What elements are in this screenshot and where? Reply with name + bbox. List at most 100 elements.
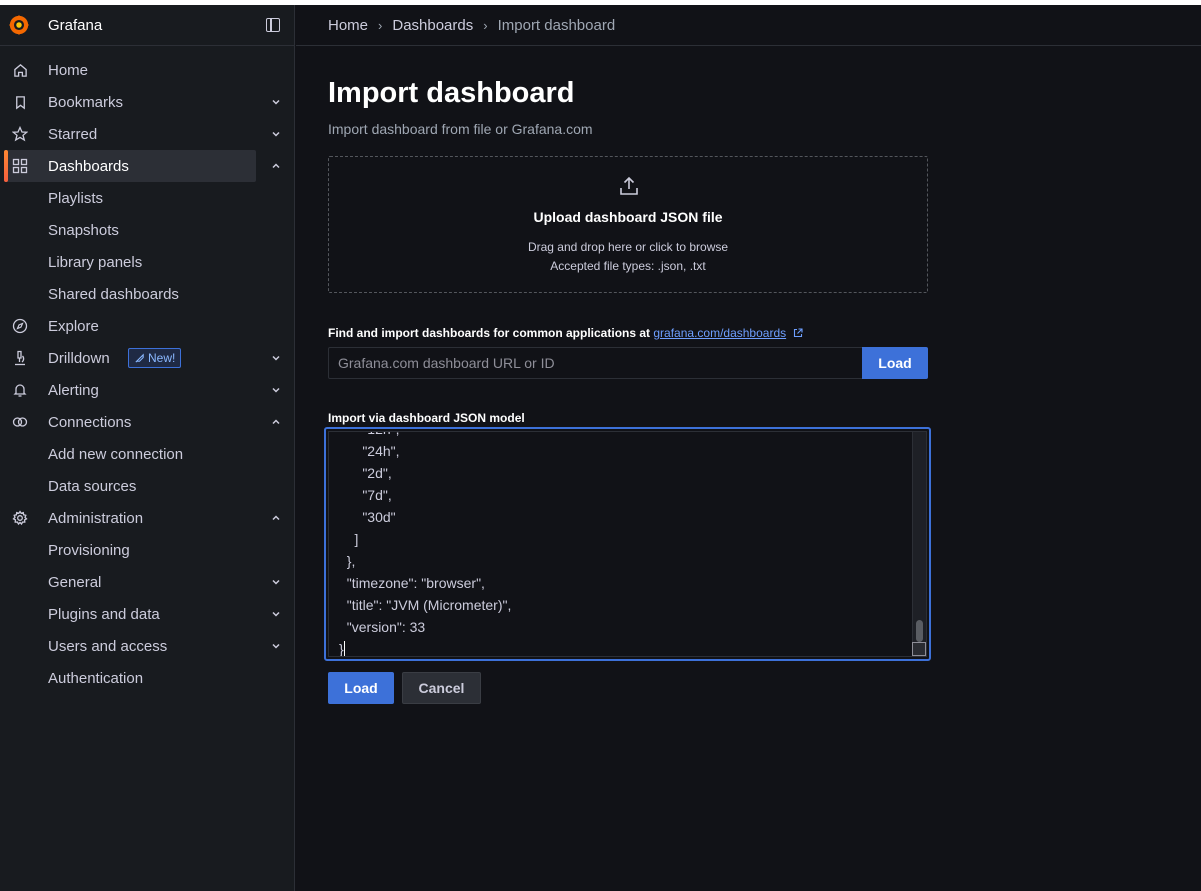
sidebar-item-label: Explore bbox=[48, 317, 99, 335]
sidebar-item-home[interactable]: Home bbox=[0, 54, 294, 86]
resize-handle-icon[interactable] bbox=[912, 642, 926, 656]
grafana-com-label: Find and import dashboards for common ap… bbox=[328, 326, 804, 340]
json-line: "title": "JVM (Micrometer)", bbox=[339, 597, 512, 613]
chevron-down-icon[interactable] bbox=[270, 608, 282, 620]
chevron-down-icon[interactable] bbox=[270, 352, 282, 364]
sidebar-item-label: Connections bbox=[48, 413, 132, 431]
json-model-content: "12h", "24h", "2d", "7d", "30d" ] }, "ti… bbox=[339, 432, 512, 656]
json-model-textarea[interactable]: "12h", "24h", "2d", "7d", "30d" ] }, "ti… bbox=[324, 427, 931, 661]
sidebar-item-label: Drilldown bbox=[48, 349, 110, 367]
json-line: }, bbox=[339, 553, 356, 569]
sidebar-item-users-and-access[interactable]: Users and access bbox=[0, 630, 294, 662]
chevron-right-icon: › bbox=[483, 17, 488, 33]
sidebar-item-label: Bookmarks bbox=[48, 93, 124, 111]
sidebar-item-label: Starred bbox=[48, 125, 98, 143]
breadcrumb-home[interactable]: Home bbox=[328, 17, 368, 34]
brand-name: Grafana bbox=[48, 16, 103, 34]
file-dropzone[interactable]: Upload dashboard JSON file Drag and drop… bbox=[328, 156, 928, 293]
sidebar-item-alerting[interactable]: Alerting bbox=[0, 374, 294, 406]
sidebar-item-playlists[interactable]: Playlists bbox=[0, 182, 294, 214]
scrollbar-thumb[interactable] bbox=[916, 620, 923, 642]
bookmark-icon bbox=[12, 94, 28, 110]
badge-label: New! bbox=[148, 351, 176, 365]
breadcrumb-current: Import dashboard bbox=[497, 16, 616, 34]
sidebar-item-connections[interactable]: Connections bbox=[0, 406, 294, 438]
page-subtitle: Import dashboard from file or Grafana.co… bbox=[328, 121, 593, 137]
link-icon bbox=[12, 414, 28, 430]
upload-icon bbox=[620, 176, 638, 195]
json-line: "12h", bbox=[339, 432, 511, 440]
sidebar-item-label: Shared dashboards bbox=[48, 285, 179, 303]
sidebar-item-label: Administration bbox=[48, 509, 144, 527]
sidebar-item-label: Alerting bbox=[48, 381, 99, 399]
grafana-com-url-input[interactable] bbox=[328, 347, 863, 379]
cancel-button[interactable]: Cancel bbox=[402, 672, 481, 704]
page-title: Import dashboard bbox=[328, 77, 575, 109]
chevron-down-icon[interactable] bbox=[270, 640, 282, 652]
chevron-up-icon[interactable] bbox=[270, 512, 282, 524]
chevron-down-icon[interactable] bbox=[270, 96, 282, 108]
chevron-down-icon[interactable] bbox=[270, 384, 282, 396]
sidebar-header: Grafana bbox=[0, 5, 294, 46]
sidebar-item-library-panels[interactable]: Library panels bbox=[0, 246, 294, 278]
sidebar: Grafana Home Bookmarks Starred Dashboard… bbox=[0, 5, 295, 891]
sidebar-item-label: Data sources bbox=[48, 477, 137, 495]
json-line: "7d", bbox=[339, 487, 392, 503]
sidebar-item-administration[interactable]: Administration bbox=[0, 502, 294, 534]
grafana-com-dashboards-link[interactable]: grafana.com/dashboards bbox=[653, 326, 786, 340]
sidebar-item-bookmarks[interactable]: Bookmarks bbox=[0, 86, 294, 118]
star-icon bbox=[12, 126, 28, 142]
json-line: "timezone": "browser", bbox=[339, 575, 485, 591]
sidebar-item-snapshots[interactable]: Snapshots bbox=[0, 214, 294, 246]
sidebar-item-general[interactable]: General bbox=[0, 566, 294, 598]
sidebar-item-dashboards[interactable]: Dashboards bbox=[0, 150, 294, 182]
external-link-icon[interactable] bbox=[793, 328, 804, 338]
new-badge: New! bbox=[128, 348, 182, 368]
sidebar-nav: Home Bookmarks Starred Dashboards Playli bbox=[0, 46, 294, 694]
breadcrumb-dashboards[interactable]: Dashboards bbox=[392, 17, 473, 34]
grafana-logo-icon[interactable] bbox=[8, 14, 30, 36]
sidebar-item-label: General bbox=[48, 573, 102, 591]
sidebar-item-shared-dashboards[interactable]: Shared dashboards bbox=[0, 278, 294, 310]
sidebar-item-label: Add new connection bbox=[48, 445, 184, 463]
sidebar-item-plugins-and-data[interactable]: Plugins and data bbox=[0, 598, 294, 630]
upload-file-types: Accepted file types: .json, .txt bbox=[550, 259, 706, 273]
sidebar-item-label: Library panels bbox=[48, 253, 143, 271]
active-indicator bbox=[4, 150, 8, 182]
sidebar-item-drilldown[interactable]: Drilldown New! bbox=[0, 342, 294, 374]
sidebar-item-label: Home bbox=[48, 61, 89, 79]
upload-hint: Drag and drop here or click to browse bbox=[527, 240, 729, 254]
sidebar-item-label: Plugins and data bbox=[48, 605, 160, 623]
dock-menu-icon[interactable] bbox=[266, 18, 280, 32]
sidebar-item-starred[interactable]: Starred bbox=[0, 118, 294, 150]
chevron-up-icon[interactable] bbox=[270, 416, 282, 428]
upload-title: Upload dashboard JSON file bbox=[533, 209, 723, 225]
grafana-com-label-text: Find and import dashboards for common ap… bbox=[328, 326, 651, 340]
chevron-down-icon[interactable] bbox=[270, 576, 282, 588]
sidebar-item-label: Dashboards bbox=[48, 157, 129, 175]
compass-icon bbox=[12, 318, 28, 334]
gear-icon bbox=[12, 510, 28, 526]
sidebar-item-provisioning[interactable]: Provisioning bbox=[0, 534, 294, 566]
sidebar-item-label: Provisioning bbox=[48, 541, 130, 559]
home-icon bbox=[12, 62, 28, 78]
breadcrumb: Home › Dashboards › Import dashboard bbox=[296, 5, 1201, 46]
sidebar-item-explore[interactable]: Explore bbox=[0, 310, 294, 342]
sidebar-item-label: Playlists bbox=[48, 189, 104, 207]
chevron-up-icon[interactable] bbox=[270, 160, 282, 172]
load-grafana-com-button[interactable]: Load bbox=[862, 347, 928, 379]
load-button[interactable]: Load bbox=[328, 672, 394, 704]
json-line: "version": 33 bbox=[339, 619, 426, 635]
json-line: "24h", bbox=[339, 443, 400, 459]
json-line: ] bbox=[339, 531, 359, 547]
grafana-app: Grafana Home Bookmarks Starred Dashboard… bbox=[0, 5, 1201, 891]
json-scrollbar[interactable] bbox=[912, 432, 926, 656]
json-line: "30d" bbox=[339, 509, 396, 525]
chevron-down-icon[interactable] bbox=[270, 128, 282, 140]
sidebar-item-label: Users and access bbox=[48, 637, 168, 655]
json-line: "2d", bbox=[339, 465, 392, 481]
bell-icon bbox=[12, 382, 28, 398]
sidebar-item-data-sources[interactable]: Data sources bbox=[0, 470, 294, 502]
sidebar-item-authentication[interactable]: Authentication bbox=[0, 662, 294, 694]
sidebar-item-add-new-connection[interactable]: Add new connection bbox=[0, 438, 294, 470]
